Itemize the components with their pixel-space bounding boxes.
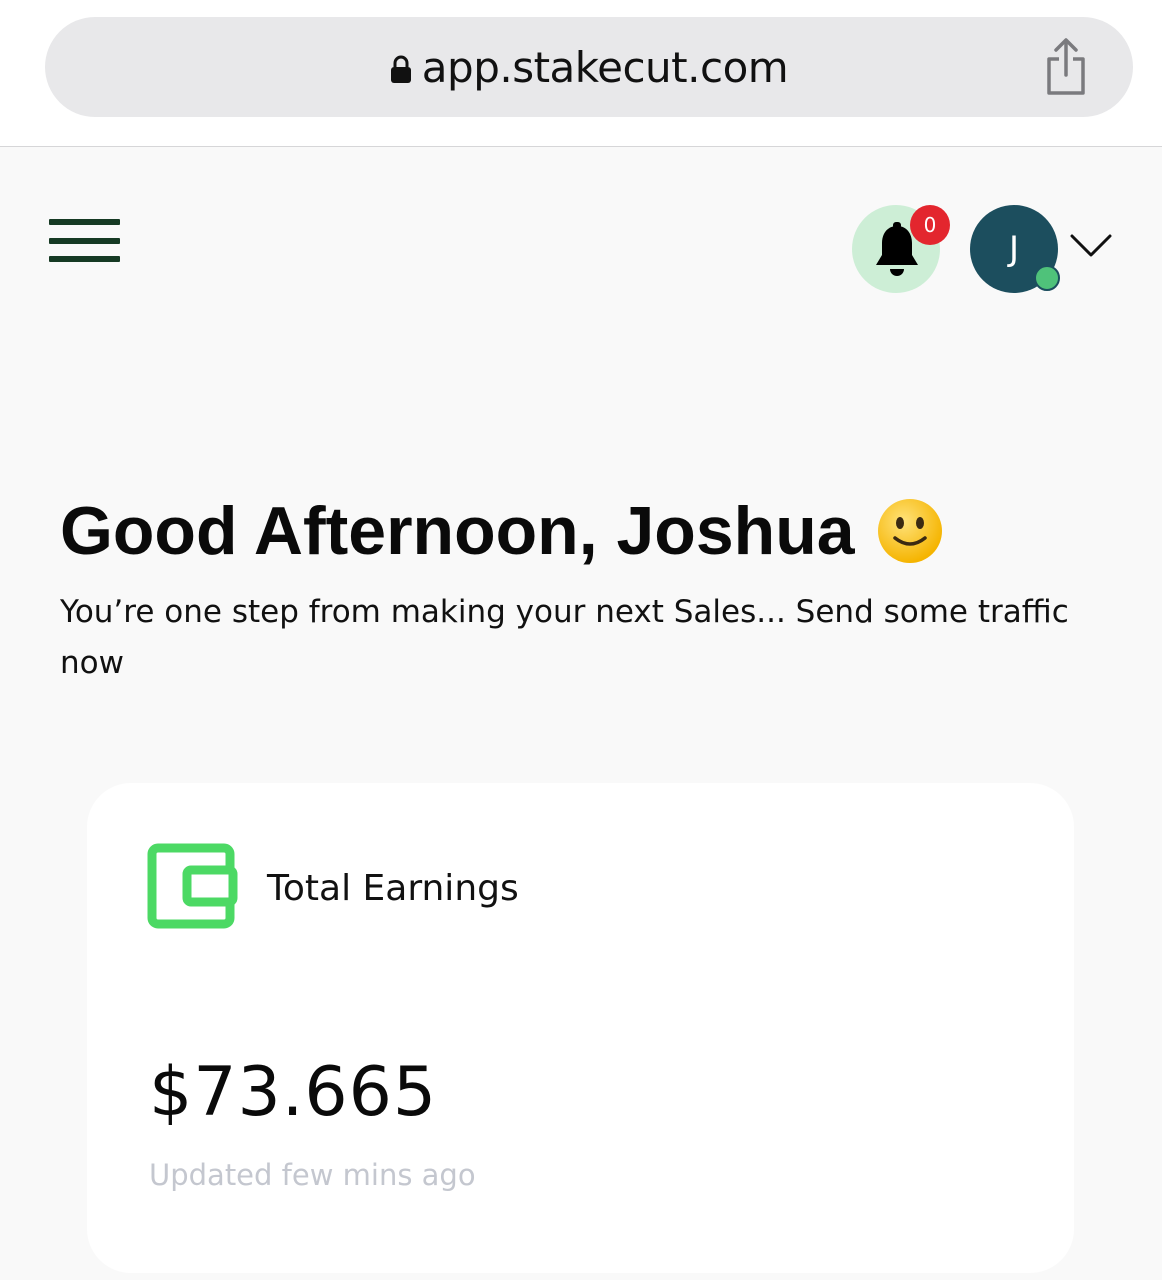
last-updated-text: Updated few mins ago [149, 1158, 476, 1192]
total-earnings-card: Total Earnings $73.665 Updated few mins … [87, 783, 1074, 1273]
lock-icon [390, 55, 411, 83]
total-earnings-label: Total Earnings [267, 868, 519, 909]
greeting-heading: Good Afternoon, Joshua [60, 492, 943, 570]
online-status-indicator [1034, 265, 1060, 291]
greeting-text: Good Afternoon, Joshua [60, 493, 855, 569]
address-bar-content: app.stakecut.com [45, 17, 1133, 117]
browser-toolbar: app.stakecut.com [0, 0, 1162, 147]
wallet-icon [147, 843, 238, 929]
url-text: app.stakecut.com [421, 42, 789, 92]
notification-count-badge: 0 [910, 205, 950, 245]
chevron-down-icon[interactable] [1070, 233, 1112, 259]
share-icon[interactable] [1041, 37, 1091, 97]
total-earnings-amount: $73.665 [149, 1053, 438, 1132]
hamburger-menu-icon[interactable] [49, 219, 120, 263]
address-bar[interactable]: app.stakecut.com [45, 17, 1133, 117]
app-content: 0 J Good Afternoon, Joshua You’re one st… [0, 147, 1162, 1280]
slightly-smiling-face-icon [877, 499, 942, 563]
greeting-subtitle: You’re one step from making your next Sa… [60, 594, 1069, 681]
